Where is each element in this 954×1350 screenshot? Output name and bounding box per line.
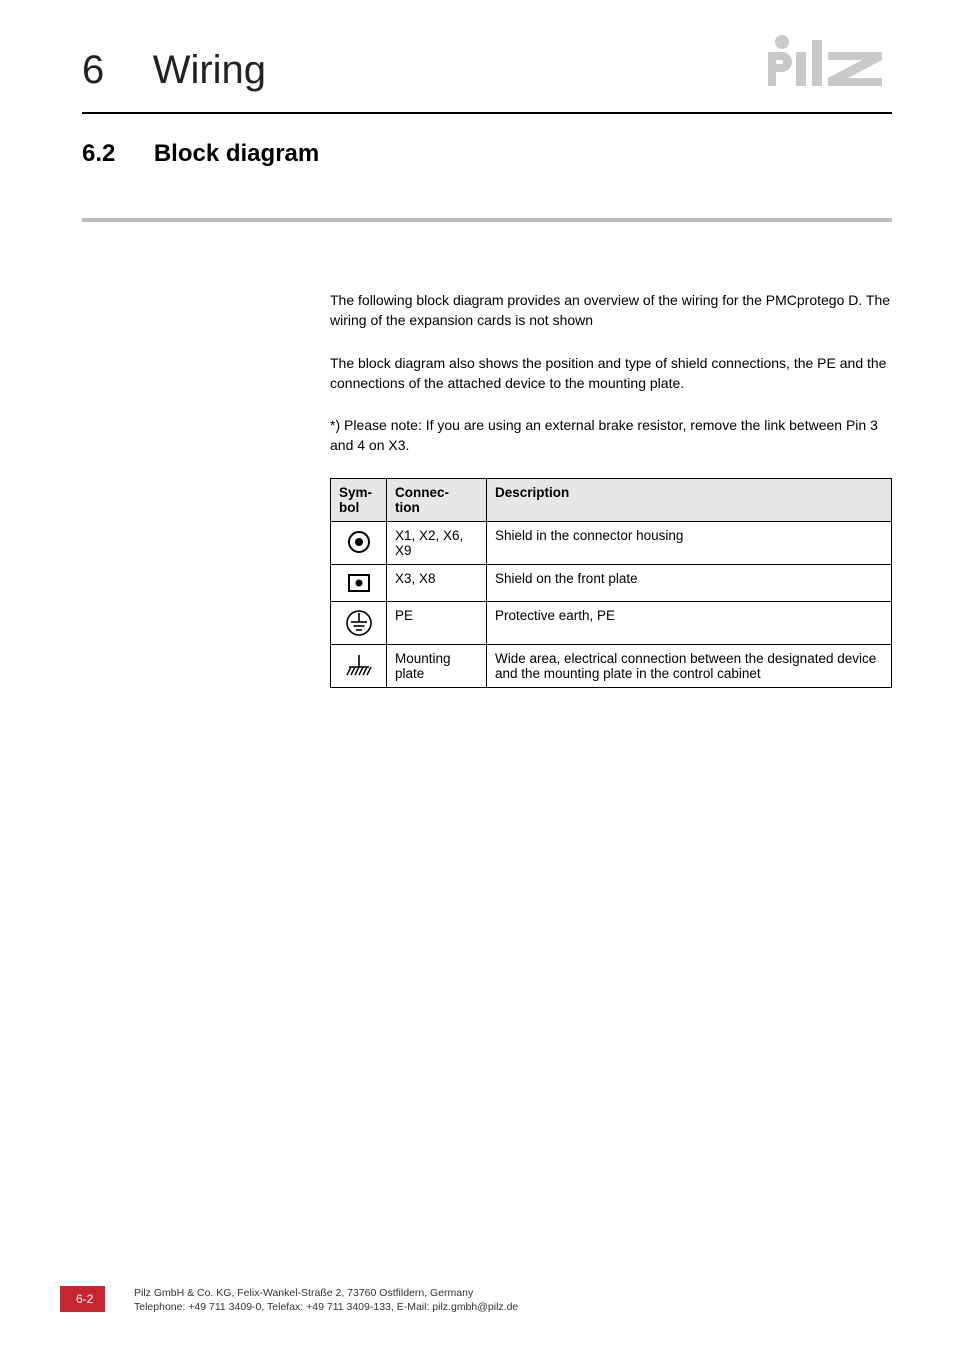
section-number: 6.2: [82, 140, 115, 168]
table-row: X3, X8 Shield on the front plate: [331, 564, 892, 601]
paragraph: The block diagram also shows the positio…: [330, 353, 892, 394]
body-column: The following block diagram provides an …: [330, 290, 892, 688]
table-header-symbol-l2: bol: [339, 500, 359, 515]
mounting-plate-icon: [331, 644, 387, 687]
table-row: X1, X2, X6, X9 Shield in the connector h…: [331, 521, 892, 564]
symbol-table: Sym- bol Connec- tion Description: [330, 478, 892, 688]
paragraph: The following block diagram provides an …: [330, 290, 892, 331]
table-cell-description: Shield in the connector housing: [487, 521, 892, 564]
table-header-description: Description: [487, 478, 892, 521]
protective-earth-icon: [331, 601, 387, 644]
table-header-symbol-l1: Sym-: [339, 485, 372, 500]
table-cell-description: Protective earth, PE: [487, 601, 892, 644]
table-row: Mounting plate Wide area, electrical con…: [331, 644, 892, 687]
header-rule: [82, 112, 892, 114]
table-cell-connection: PE: [387, 601, 487, 644]
paragraph: *) Please note: If you are using an exte…: [330, 415, 892, 456]
table-header-symbol: Sym- bol: [331, 478, 387, 521]
table-cell-connection: X1, X2, X6, X9: [387, 521, 487, 564]
pilz-logo-icon: [762, 30, 892, 95]
table-header-connection: Connec- tion: [387, 478, 487, 521]
table-header-connection-l2: tion: [395, 500, 420, 515]
table-row: PE Protective earth, PE: [331, 601, 892, 644]
shield-connector-icon: [331, 521, 387, 564]
footer-line2: Telephone: +49 711 3409-0, Telefax: +49 …: [134, 1301, 518, 1313]
table-header-connection-l1: Connec-: [395, 485, 449, 500]
section-heading: 6.2 Block diagram: [82, 140, 892, 168]
page-number-badge: 6-2: [60, 1286, 105, 1312]
footer-line1: Pilz GmbH & Co. KG, Felix-Wankel-Straße …: [134, 1287, 473, 1299]
table-cell-connection: X3, X8: [387, 564, 487, 601]
footer-text: Pilz GmbH & Co. KG, Felix-Wankel-Straße …: [134, 1286, 518, 1314]
chapter-title: Wiring: [153, 48, 266, 93]
section-rule: [82, 218, 892, 222]
table-header-row: Sym- bol Connec- tion Description: [331, 478, 892, 521]
table-cell-connection: Mounting plate: [387, 644, 487, 687]
table-cell-description: Shield on the front plate: [487, 564, 892, 601]
shield-frontplate-icon: [331, 564, 387, 601]
page-footer: 6-2 Pilz GmbH & Co. KG, Felix-Wankel-Str…: [82, 1276, 892, 1316]
chapter-number: 6: [82, 48, 104, 93]
page-header: 6 Wiring: [82, 48, 892, 120]
section-title: Block diagram: [154, 140, 319, 168]
table-cell-description: Wide area, electrical connection between…: [487, 644, 892, 687]
